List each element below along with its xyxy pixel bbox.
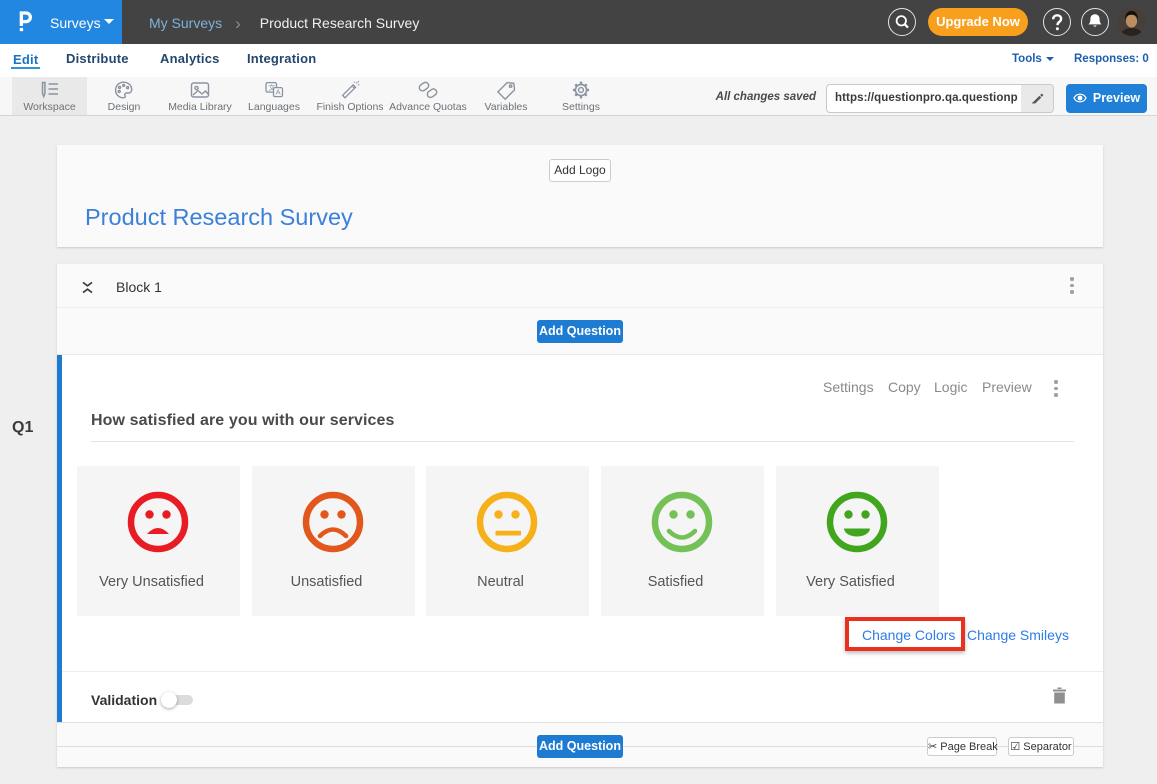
svg-text:A: A <box>276 88 281 97</box>
